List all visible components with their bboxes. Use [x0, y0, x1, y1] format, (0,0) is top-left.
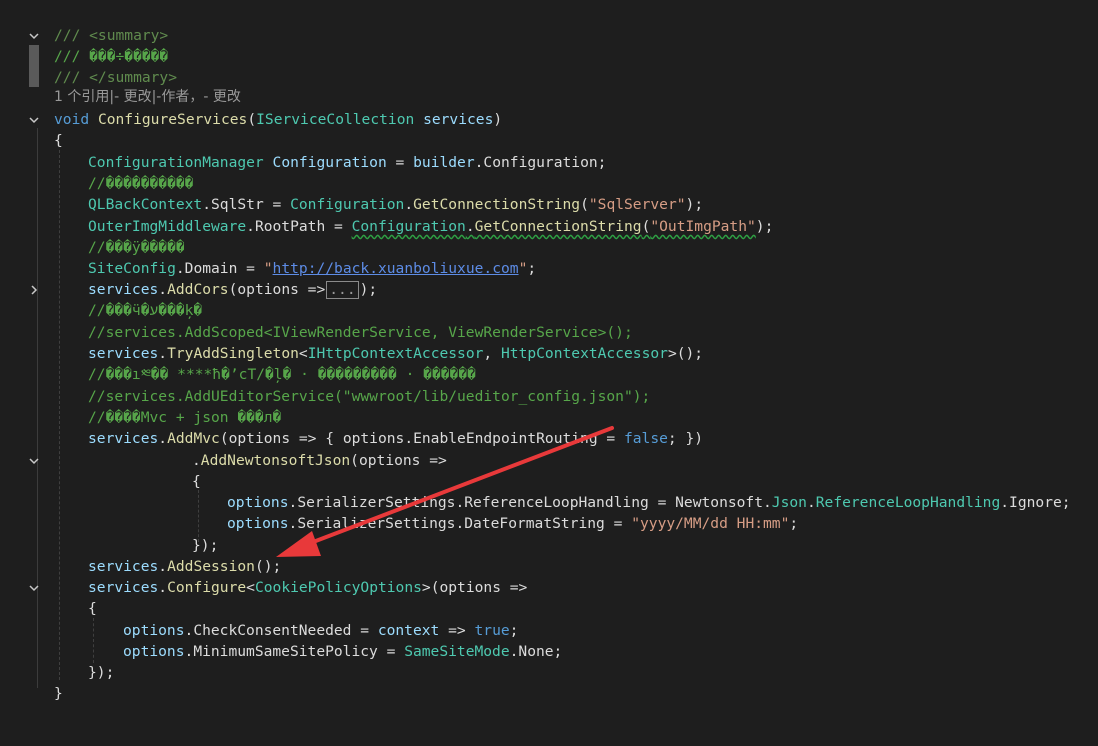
codelens-references[interactable]: 1 个引用|- 更改|-作者，- 更改 — [54, 87, 241, 108]
code-line: SiteConfig.Domain = "http://back.xuanbol… — [0, 258, 1098, 279]
code-line: ConfigurationManager Configuration = bui… — [0, 152, 1098, 173]
code-line: //����Mvc + json ���л� — [0, 407, 1098, 428]
keyword: void — [54, 111, 90, 128]
code-line: //���������� — [0, 173, 1098, 194]
code-line: //���ÿ����� — [0, 237, 1098, 258]
type-name: IServiceCollection — [256, 111, 415, 128]
method-name: ConfigureServices — [97, 111, 248, 128]
chevron-down-icon — [29, 32, 39, 39]
brace: { — [88, 600, 97, 617]
code-line: QLBackContext.SqlStr = Configuration.Get… — [0, 194, 1098, 215]
comment: //���ӵ�ע���ķ� — [88, 302, 203, 319]
statement: options.SerializerSettings.ReferenceLoop… — [227, 494, 1071, 511]
code-line: services.TryAddSingleton<IHttpContextAcc… — [0, 343, 1098, 364]
code-editor[interactable]: /// <summary> /// ���÷����� /// </summar… — [0, 0, 1098, 714]
code-line: options.MinimumSameSitePolicy = SameSite… — [0, 641, 1098, 662]
comment: //services.AddScoped<IViewRenderService,… — [88, 324, 633, 341]
doc-comment: /// <summary> — [54, 27, 169, 44]
doc-comment: /// ���÷����� — [54, 48, 169, 65]
statement: options.MinimumSameSitePolicy = SameSite… — [123, 643, 563, 660]
code-line: }); — [0, 535, 1098, 556]
method-signature: void ConfigureServices(IServiceCollectio… — [54, 111, 503, 128]
fold-toggle[interactable] — [26, 279, 42, 300]
statement: OuterImgMiddleware.RootPath = Configurat… — [88, 218, 774, 235]
code-line: //services.AddScoped<IViewRenderService,… — [0, 322, 1098, 343]
code-line: options.SerializerSettings.ReferenceLoop… — [0, 492, 1098, 513]
statement: services.AddMvc(options => { options.Ena… — [88, 430, 704, 447]
code-line: options.SerializerSettings.DateFormatStr… — [0, 513, 1098, 534]
brace: }); — [88, 664, 115, 681]
statement: options.CheckConsentNeeded = context => … — [123, 622, 519, 639]
code-line: services.AddSession(); — [0, 556, 1098, 577]
comment: //services.AddUEditorService("wwwroot/li… — [88, 388, 651, 405]
code-line: /// </summary> — [0, 67, 1098, 88]
code-line: void ConfigureServices(IServiceCollectio… — [0, 109, 1098, 130]
code-line: { — [0, 130, 1098, 151]
comment: //���ı༭�� ****ħ�ʼcT/�ļ� · ��������� · ��… — [88, 366, 476, 383]
chevron-down-icon — [29, 116, 39, 123]
statement: .AddNewtonsoftJson(options => — [192, 452, 447, 469]
comment: //���ÿ����� — [88, 239, 185, 256]
code-line: services.AddCors(options =>...); — [0, 279, 1098, 300]
code-line: //services.AddUEditorService("wwwroot/li… — [0, 386, 1098, 407]
statement: services.TryAddSingleton<IHttpContextAcc… — [88, 345, 704, 362]
code-line: //���ı༭�� ****ħ�ʼcT/�ļ� · ��������� · ��… — [0, 364, 1098, 385]
brace: { — [54, 132, 63, 149]
url-link[interactable]: http://back.xuanboliuxue.com — [273, 260, 519, 277]
chevron-right-icon — [31, 284, 38, 295]
code-line: OuterImgMiddleware.RootPath = Configurat… — [0, 216, 1098, 237]
comment: //����Mvc + json ���л� — [88, 409, 282, 426]
codelens-line: 1 个引用|- 更改|-作者，- 更改 — [0, 87, 1098, 108]
collapsed-region[interactable]: ... — [326, 281, 359, 299]
statement: options.SerializerSettings.DateFormatStr… — [227, 515, 799, 532]
code-line: //���ӵ�ע���ķ� — [0, 300, 1098, 321]
brace: { — [192, 473, 201, 490]
statement: services.Configure<CookiePolicyOptions>(… — [88, 579, 528, 596]
comment: //���������� — [88, 175, 194, 192]
chevron-down-icon — [29, 584, 39, 591]
chevron-down-icon — [29, 457, 39, 464]
doc-comment: /// </summary> — [54, 69, 178, 86]
statement: services.AddSession(); — [88, 558, 282, 575]
code-line: } — [0, 683, 1098, 704]
code-line: { — [0, 471, 1098, 492]
code-line: }); — [0, 662, 1098, 683]
fold-toggle[interactable] — [26, 25, 42, 46]
code-line: /// <summary> — [0, 25, 1098, 46]
fold-toggle[interactable] — [26, 577, 42, 598]
statement: ConfigurationManager Configuration = bui… — [88, 154, 607, 171]
statement: SiteConfig.Domain = "http://back.xuanbol… — [88, 260, 537, 277]
code-line: { — [0, 598, 1098, 619]
code-line: /// ���÷����� — [0, 46, 1098, 67]
code-line: .AddNewtonsoftJson(options => — [0, 450, 1098, 471]
fold-toggle[interactable] — [26, 109, 42, 130]
code-line: services.Configure<CookiePolicyOptions>(… — [0, 577, 1098, 598]
brace: } — [54, 685, 63, 702]
brace: }); — [192, 537, 219, 554]
code-line: options.CheckConsentNeeded = context => … — [0, 620, 1098, 641]
fold-toggle[interactable] — [26, 450, 42, 471]
param-name: services — [423, 111, 494, 128]
code-line: services.AddMvc(options => { options.Ena… — [0, 428, 1098, 449]
statement: QLBackContext.SqlStr = Configuration.Get… — [88, 196, 704, 213]
statement: services.AddCors(options =>...); — [88, 281, 378, 299]
